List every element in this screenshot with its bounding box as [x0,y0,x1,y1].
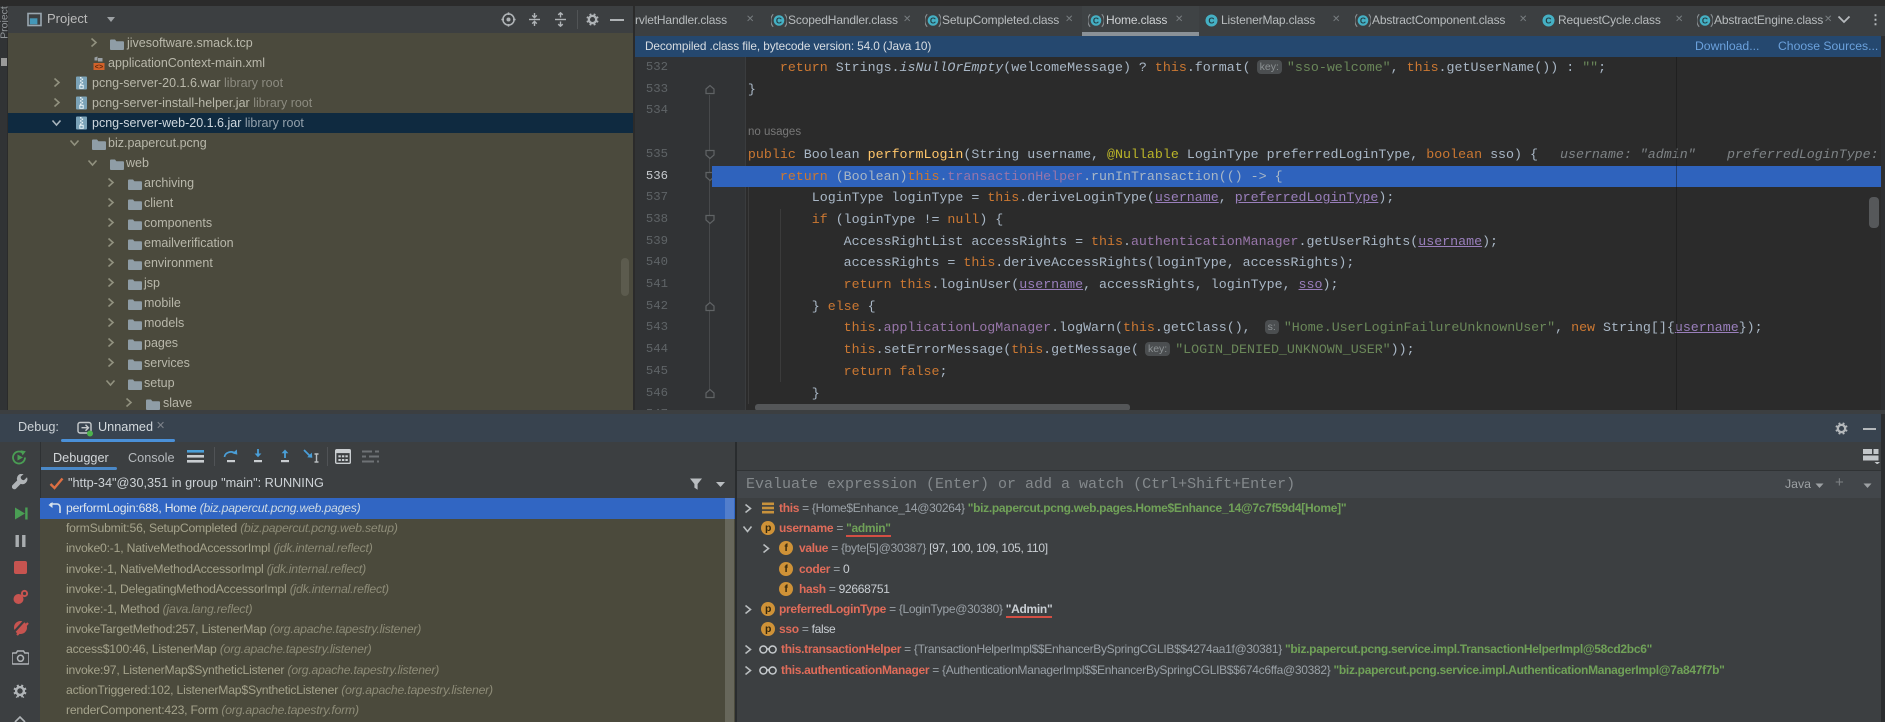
svg-text:C: C [930,16,936,26]
svg-text:C: C [776,16,782,26]
svg-text:C: C [1702,16,1708,26]
svg-text:<>: <> [95,64,103,71]
svg-text:C: C [1093,16,1099,26]
svg-text:C: C [1208,16,1214,26]
svg-text:C: C [1545,16,1551,26]
svg-text:C: C [1360,16,1366,26]
